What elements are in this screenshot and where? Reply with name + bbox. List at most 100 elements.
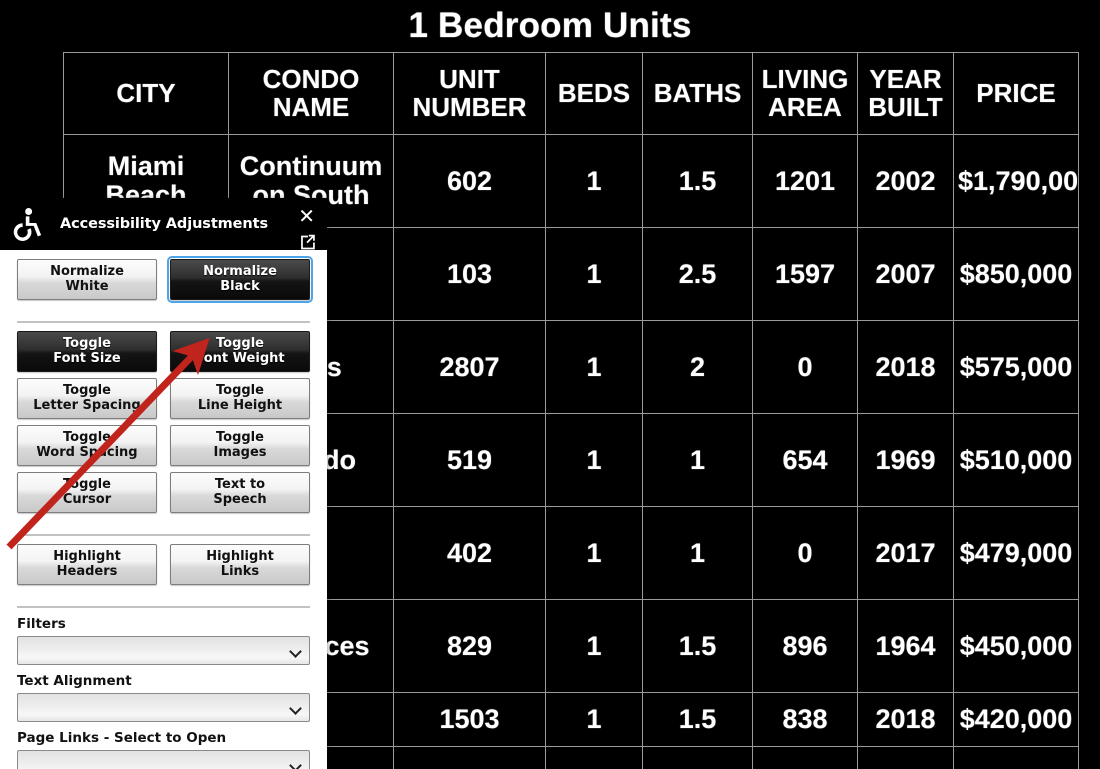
cell-baths: 1 bbox=[642, 413, 753, 507]
normalize-button-group: Normalize White Normalize Black bbox=[17, 256, 313, 303]
cell-price: $450,000 bbox=[953, 599, 1079, 693]
cell-living-area: 0 bbox=[752, 320, 858, 414]
divider bbox=[17, 321, 310, 323]
page-title: 1 Bedroom Units bbox=[408, 6, 692, 45]
cell-living-area: 838 bbox=[752, 692, 858, 747]
button-label-line1: Toggle bbox=[216, 336, 264, 352]
cell-baths: 1 bbox=[642, 506, 753, 600]
button-label-line2: Headers bbox=[56, 563, 118, 579]
chevron-down-icon-wrap bbox=[17, 636, 310, 665]
cell-year-built: 1964 bbox=[857, 599, 954, 693]
highlight-button-group: Highlight Headers Highlight Links bbox=[0, 544, 327, 597]
cell-baths: 2.5 bbox=[642, 227, 753, 321]
cell-year-built: 1971 bbox=[857, 746, 954, 769]
button-label-line2: Cursor bbox=[62, 491, 112, 507]
cell-baths: 1.5 bbox=[642, 134, 753, 228]
cell-living-area: 654 bbox=[752, 413, 858, 507]
text-to-speech-button[interactable]: Text to Speech bbox=[170, 472, 310, 513]
text-alignment-select[interactable] bbox=[17, 693, 310, 722]
button-label-line1: Normalize bbox=[50, 264, 124, 280]
column-header-city: CITY bbox=[63, 52, 229, 135]
button-label-line1: Text to bbox=[214, 477, 266, 493]
normalize-black-button[interactable]: Normalize Black bbox=[167, 256, 313, 303]
page-links-select[interactable] bbox=[17, 750, 310, 769]
page-links-label: Page Links - Select to Open bbox=[17, 730, 227, 746]
cell-price: $420,000 bbox=[953, 692, 1079, 747]
cell-beds: 1 bbox=[545, 599, 643, 693]
chevron-down-icon-wrap bbox=[17, 750, 310, 769]
button-label-line1: Toggle bbox=[216, 430, 264, 446]
button-label-line1: Toggle bbox=[63, 383, 111, 399]
cell-price: $1,790,000 bbox=[953, 134, 1079, 228]
column-header-condo: CONDO NAME bbox=[228, 52, 394, 135]
cell-unit-number: 829 bbox=[393, 599, 546, 693]
toggle-images-button[interactable]: Toggle Images bbox=[170, 425, 310, 466]
toggle-word-spacing-button[interactable]: Toggle Word Spacing bbox=[17, 425, 157, 466]
table-header: CITY CONDO NAME UNIT NUMBER BEDS BATHS L… bbox=[63, 52, 1079, 135]
column-header-living-area: LIVING AREA bbox=[752, 52, 858, 135]
toggle-letter-spacing-button[interactable]: Toggle Letter Spacing bbox=[17, 378, 157, 419]
cell-beds: 1 bbox=[545, 746, 643, 769]
button-label-line1: Highlight bbox=[206, 549, 274, 565]
cell-beds: 1 bbox=[545, 413, 643, 507]
button-label-line1: Highlight bbox=[53, 549, 121, 565]
toggle-cursor-button[interactable]: Toggle Cursor bbox=[17, 472, 157, 513]
cell-baths: 1.5 bbox=[642, 599, 753, 693]
cell-price: $479,000 bbox=[953, 506, 1079, 600]
cell-living-area: 1597 bbox=[752, 227, 858, 321]
column-header-baths: BATHS bbox=[642, 52, 753, 135]
cell-price: $850,000 bbox=[953, 227, 1079, 321]
cell-price: $510,000 bbox=[953, 413, 1079, 507]
accessibility-select-fields: Filters Text Alignment Page Links - Sele… bbox=[0, 616, 327, 769]
button-label-line1: Toggle bbox=[63, 430, 111, 446]
cell-unit-number: 103 bbox=[393, 227, 546, 321]
cell-unit-number: 728 bbox=[393, 746, 546, 769]
cell-unit-number: 602 bbox=[393, 134, 546, 228]
button-label-line2: Links bbox=[220, 563, 260, 579]
button-label-line1: Toggle bbox=[63, 477, 111, 493]
cell-baths: 1.5 bbox=[642, 692, 753, 747]
cell-unit-number: 1503 bbox=[393, 692, 546, 747]
button-label-line2: Letter Spacing bbox=[33, 397, 141, 413]
cell-beds: 1 bbox=[545, 134, 643, 228]
cell-beds: 1 bbox=[545, 692, 643, 747]
screen-root: 1 Bedroom Units CITY CONDO NAME UNIT NUM… bbox=[0, 0, 1100, 769]
cell-year-built: 2002 bbox=[857, 134, 954, 228]
column-header-price: PRICE bbox=[953, 52, 1079, 135]
toggle-font-size-button[interactable]: Toggle Font Size bbox=[17, 331, 157, 372]
accessibility-panel-header: Accessibility Adjustments ✕ bbox=[0, 198, 327, 250]
highlight-headers-button[interactable]: Highlight Headers bbox=[17, 544, 157, 585]
filters-select[interactable] bbox=[17, 636, 310, 665]
divider bbox=[17, 534, 310, 536]
cell-unit-number: 519 bbox=[393, 413, 546, 507]
cell-beds: 1 bbox=[545, 227, 643, 321]
cell-baths: 2 bbox=[642, 320, 753, 414]
toggle-line-height-button[interactable]: Toggle Line Height bbox=[170, 378, 310, 419]
cell-year-built: 2018 bbox=[857, 320, 954, 414]
column-header-beds: BEDS bbox=[545, 52, 643, 135]
button-label-line1: Toggle bbox=[216, 383, 264, 399]
button-label-line2: White bbox=[65, 278, 109, 294]
highlight-links-button[interactable]: Highlight Links bbox=[170, 544, 310, 585]
cell-year-built: 2017 bbox=[857, 506, 954, 600]
accessibility-panel: Accessibility Adjustments ✕ Normalize Wh… bbox=[0, 198, 327, 769]
button-label-line1: Normalize bbox=[203, 264, 277, 280]
cell-year-built: 2018 bbox=[857, 692, 954, 747]
cell-unit-number: 2807 bbox=[393, 320, 546, 414]
table-header-row: CITY CONDO NAME UNIT NUMBER BEDS BATHS L… bbox=[63, 52, 1079, 135]
toggle-font-weight-button[interactable]: Toggle Font Weight bbox=[170, 331, 310, 372]
cell-beds: 1 bbox=[545, 506, 643, 600]
cell-unit-number: 402 bbox=[393, 506, 546, 600]
normalize-white-button[interactable]: Normalize White bbox=[17, 259, 157, 300]
text-alignment-label: Text Alignment bbox=[17, 673, 132, 689]
button-label-line1: Toggle bbox=[63, 336, 111, 352]
wheelchair-icon bbox=[6, 202, 50, 246]
filters-label: Filters bbox=[17, 616, 66, 632]
cell-year-built: 1969 bbox=[857, 413, 954, 507]
external-link-icon[interactable] bbox=[299, 234, 317, 252]
cell-beds: 1 bbox=[545, 320, 643, 414]
button-label-line2: Font Size bbox=[53, 350, 121, 366]
column-header-year-built: YEAR BUILT bbox=[857, 52, 954, 135]
toggle-button-group: Toggle Font Size Toggle Font Weight Togg… bbox=[0, 331, 327, 525]
close-icon[interactable]: ✕ bbox=[298, 206, 315, 226]
